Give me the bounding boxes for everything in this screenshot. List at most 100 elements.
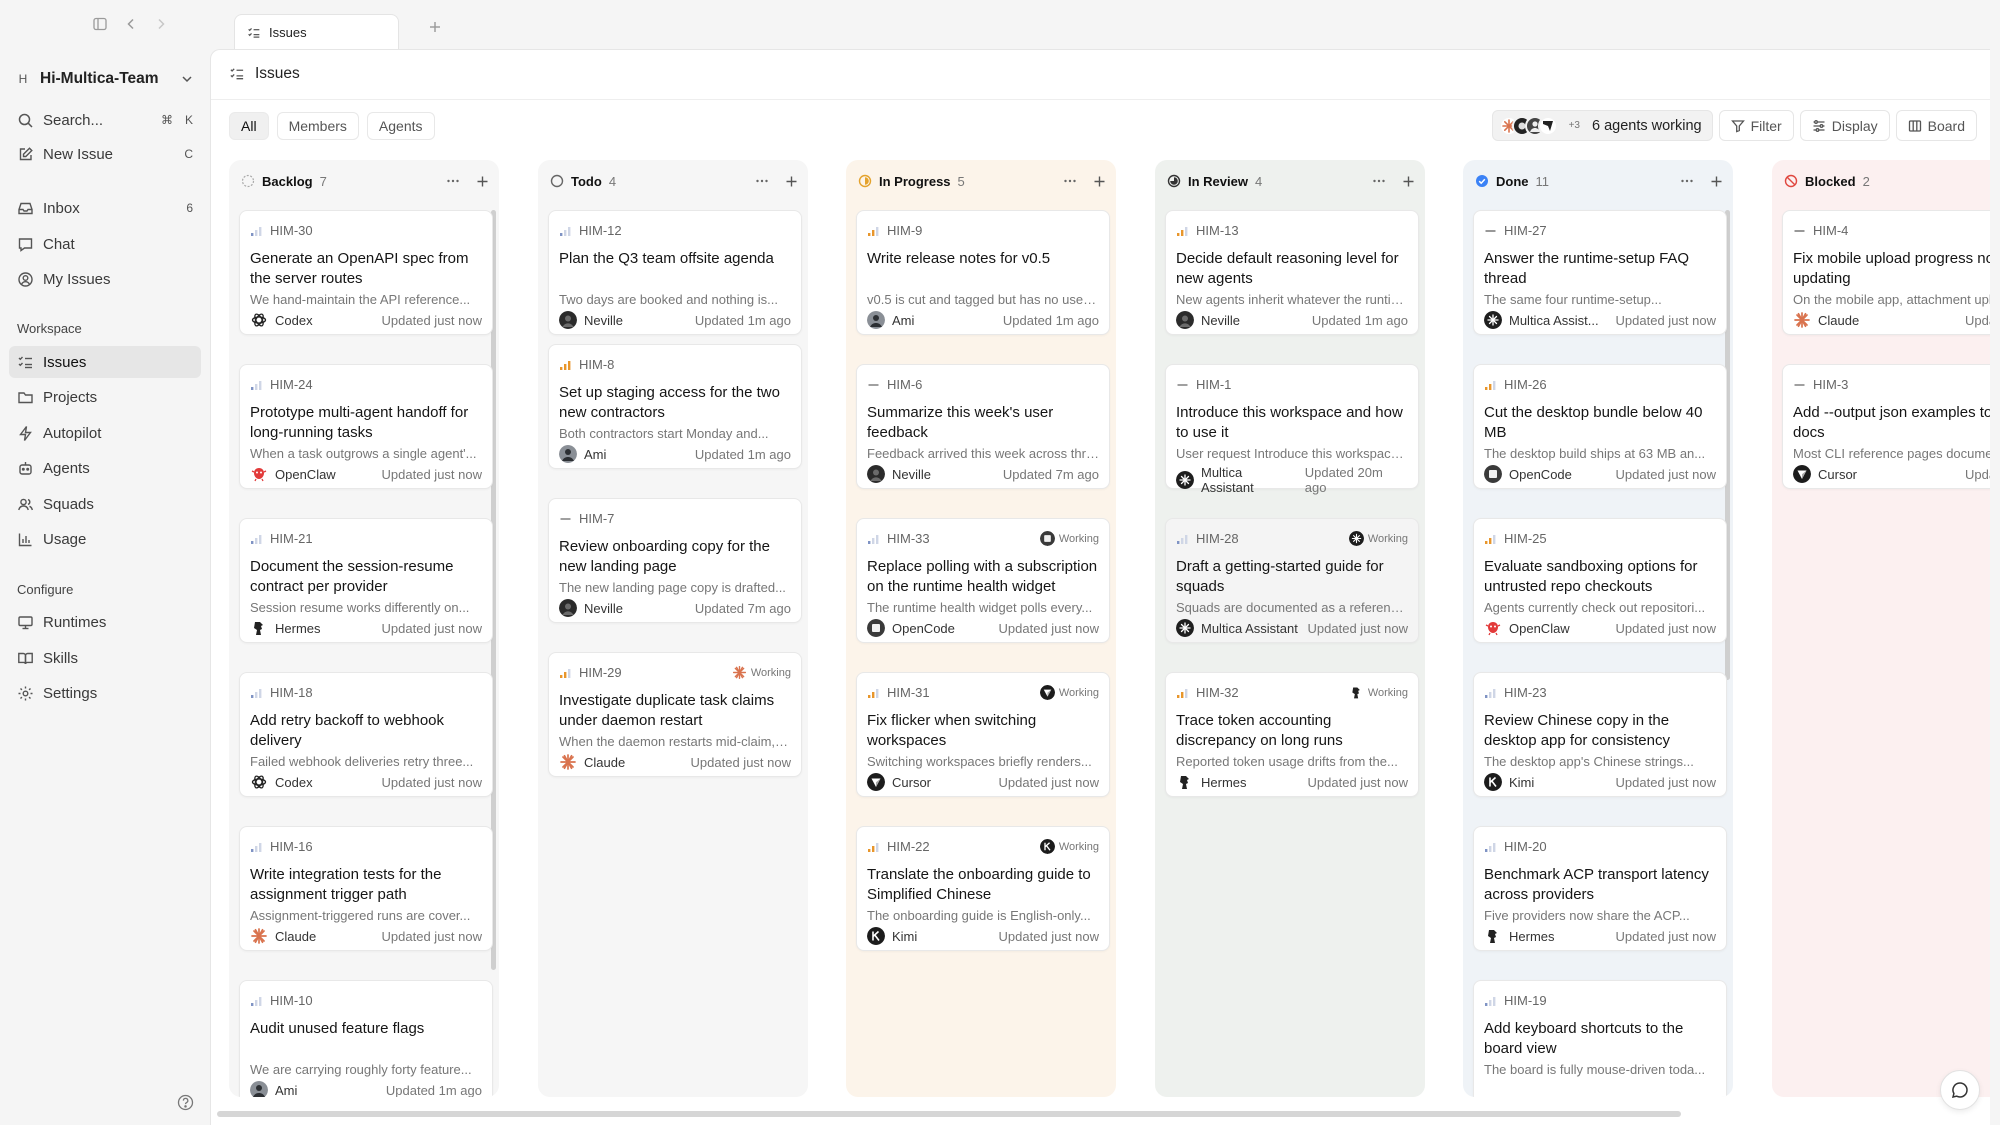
issue-card[interactable]: HIM-12 Plan the Q3 team offsite agenda T… bbox=[548, 210, 802, 335]
issue-id: HIM-25 bbox=[1504, 531, 1547, 546]
status-in-progress-icon bbox=[858, 174, 872, 188]
horizontal-scrollbar[interactable] bbox=[217, 1111, 1681, 1117]
tab-issues[interactable]: Issues bbox=[234, 14, 399, 50]
assignee-name: Ami bbox=[892, 312, 915, 328]
user-circle-icon bbox=[17, 271, 34, 288]
issue-card[interactable]: HIM-32 Working Trace token accounting di… bbox=[1165, 672, 1419, 797]
more-horizontal-icon[interactable] bbox=[1372, 174, 1386, 188]
issue-card[interactable]: HIM-24 Prototype multi-agent handoff for… bbox=[239, 364, 493, 489]
add-issue-plus-icon[interactable] bbox=[1093, 175, 1106, 188]
bar-chart-icon bbox=[17, 531, 34, 548]
add-issue-plus-icon[interactable] bbox=[1402, 175, 1415, 188]
issue-title: Write release notes for v0.5 bbox=[867, 250, 1051, 267]
issues-label: Issues bbox=[43, 353, 87, 371]
sidebar-item-inbox[interactable]: Inbox 6 bbox=[9, 192, 201, 224]
issue-card[interactable]: HIM-1 Introduce this workspace and how t… bbox=[1165, 364, 1419, 495]
help-icon[interactable] bbox=[177, 1094, 194, 1111]
sidebar-item-runtimes[interactable]: Runtimes bbox=[9, 606, 201, 638]
issue-card[interactable]: HIM-8 Set up staging access for the two … bbox=[548, 344, 802, 469]
search-button[interactable]: Search... ⌘ K bbox=[9, 104, 201, 136]
display-button[interactable]: Display bbox=[1799, 110, 1890, 141]
issue-card[interactable]: HIM-25 Evaluate sandboxing options for u… bbox=[1473, 518, 1727, 643]
new-tab-plus-icon[interactable] bbox=[428, 20, 442, 34]
sidebar-toggle-icon[interactable] bbox=[92, 16, 108, 32]
sidebar-item-usage[interactable]: Usage bbox=[9, 523, 201, 555]
filter-all[interactable]: All bbox=[229, 112, 269, 140]
issue-id: HIM-21 bbox=[270, 531, 313, 546]
column-header: Backlog 7 bbox=[241, 170, 489, 192]
sidebar-item-my-issues[interactable]: My Issues bbox=[9, 263, 201, 295]
more-horizontal-icon[interactable] bbox=[755, 174, 769, 188]
issue-card[interactable]: HIM-19 Add keyboard shortcuts to the boa… bbox=[1473, 980, 1727, 1097]
agents-working-button[interactable]: +3 6 agents working bbox=[1491, 110, 1713, 141]
issue-card[interactable]: HIM-21 Document the session-resume contr… bbox=[239, 518, 493, 643]
back-arrow-icon[interactable] bbox=[124, 17, 138, 31]
folder-icon bbox=[17, 389, 34, 406]
priority-medium-icon bbox=[1484, 379, 1497, 391]
issue-card[interactable]: HIM-7 Review onboarding copy for the new… bbox=[548, 498, 802, 623]
issue-id: HIM-16 bbox=[270, 839, 313, 854]
issue-card[interactable]: HIM-23 Review Chinese copy in the deskto… bbox=[1473, 672, 1727, 797]
issue-card[interactable]: HIM-9 Write release notes for v0.5 v0.5 … bbox=[856, 210, 1110, 335]
working-badge: Working bbox=[1348, 531, 1408, 546]
issue-card[interactable]: HIM-26 Cut the desktop bundle below 40 M… bbox=[1473, 364, 1727, 489]
issue-id: HIM-12 bbox=[579, 223, 622, 238]
more-horizontal-icon[interactable] bbox=[446, 174, 460, 188]
issue-card[interactable]: HIM-10 Audit unused feature flags We are… bbox=[239, 980, 493, 1097]
issue-card[interactable]: HIM-30 Generate an OpenAPI spec from the… bbox=[239, 210, 493, 335]
add-issue-plus-icon[interactable] bbox=[1710, 175, 1723, 188]
sidebar-item-settings[interactable]: Settings bbox=[9, 677, 201, 709]
issue-card[interactable]: HIM-29 Working Investigate duplicate tas… bbox=[548, 652, 802, 777]
sidebar-item-chat[interactable]: Chat bbox=[9, 228, 201, 260]
sidebar-item-squads[interactable]: Squads bbox=[9, 488, 201, 520]
filter-button[interactable]: Filter bbox=[1718, 110, 1794, 141]
more-horizontal-icon[interactable] bbox=[1063, 174, 1077, 188]
issue-card[interactable]: HIM-28 Working Draft a getting-started g… bbox=[1165, 518, 1419, 643]
issue-card[interactable]: HIM-31 Working Fix flicker when switchin… bbox=[856, 672, 1110, 797]
issue-card[interactable]: HIM-13 Decide default reasoning level fo… bbox=[1165, 210, 1419, 335]
issue-card[interactable]: HIM-3 Add --output json examples to docs… bbox=[1782, 364, 1990, 489]
add-issue-plus-icon[interactable] bbox=[785, 175, 798, 188]
issue-card[interactable]: HIM-22 Working Translate the onboarding … bbox=[856, 826, 1110, 951]
assignee-name: OpenCode bbox=[1509, 466, 1572, 482]
sidebar-item-issues[interactable]: Issues bbox=[9, 346, 201, 378]
issue-card[interactable]: HIM-16 Write integration tests for the a… bbox=[239, 826, 493, 951]
more-horizontal-icon[interactable] bbox=[1680, 174, 1694, 188]
updated-time: Updated just now bbox=[998, 774, 1099, 790]
columns-icon bbox=[1908, 119, 1922, 133]
issue-card[interactable]: HIM-6 Summarize this week's user feedbac… bbox=[856, 364, 1110, 489]
issue-description: Two days are booked and nothing is... bbox=[559, 292, 778, 307]
board-view-button[interactable]: Board bbox=[1895, 110, 1977, 141]
sidebar-item-agents[interactable]: Agents bbox=[9, 452, 201, 484]
list-checks-icon bbox=[229, 66, 245, 82]
updated-time: Updated just now bbox=[998, 928, 1099, 944]
issue-card[interactable]: HIM-27 Answer the runtime-setup FAQ thre… bbox=[1473, 210, 1727, 335]
issue-title: Add --output json examples to docs bbox=[1793, 404, 1990, 441]
hermes-avatar-icon bbox=[1349, 685, 1364, 700]
issue-card[interactable]: HIM-18 Add retry backoff to webhook deli… bbox=[239, 672, 493, 797]
filter-agents[interactable]: Agents bbox=[366, 112, 435, 140]
issue-card[interactable]: HIM-33 Working Replace polling with a su… bbox=[856, 518, 1110, 643]
issue-card[interactable]: HIM-20 Benchmark ACP transport latency a… bbox=[1473, 826, 1727, 951]
sidebar-item-projects[interactable]: Projects bbox=[9, 381, 201, 413]
priority-medium-icon bbox=[1484, 533, 1497, 545]
add-issue-plus-icon[interactable] bbox=[476, 175, 489, 188]
forward-arrow-icon[interactable] bbox=[154, 17, 168, 31]
issue-card[interactable]: HIM-4 Fix mobile upload progress not upd… bbox=[1782, 210, 1990, 335]
working-label: Working bbox=[1367, 686, 1408, 699]
team-switcher[interactable]: H Hi-Multica-Team bbox=[16, 66, 194, 92]
more-horizontal-icon[interactable] bbox=[1989, 174, 1990, 188]
new-issue-button[interactable]: New Issue C bbox=[9, 138, 201, 170]
sidebar-item-autopilot[interactable]: Autopilot bbox=[9, 417, 201, 449]
multica-avatar-icon bbox=[1176, 471, 1194, 489]
sidebar-item-skills[interactable]: Skills bbox=[9, 642, 201, 674]
updated-time: Updated just now bbox=[1615, 928, 1716, 944]
list-checks-icon bbox=[247, 26, 261, 40]
working-badge: Working bbox=[732, 665, 791, 680]
issue-id: HIM-19 bbox=[1504, 993, 1547, 1008]
issue-title: Plan the Q3 team offsite agenda bbox=[559, 250, 774, 267]
filter-members[interactable]: Members bbox=[276, 112, 359, 140]
team-initial: H bbox=[18, 72, 28, 86]
issue-description: Assignment-triggered runs are cover... bbox=[250, 908, 471, 923]
chat-fab-button[interactable] bbox=[1940, 1070, 1980, 1110]
